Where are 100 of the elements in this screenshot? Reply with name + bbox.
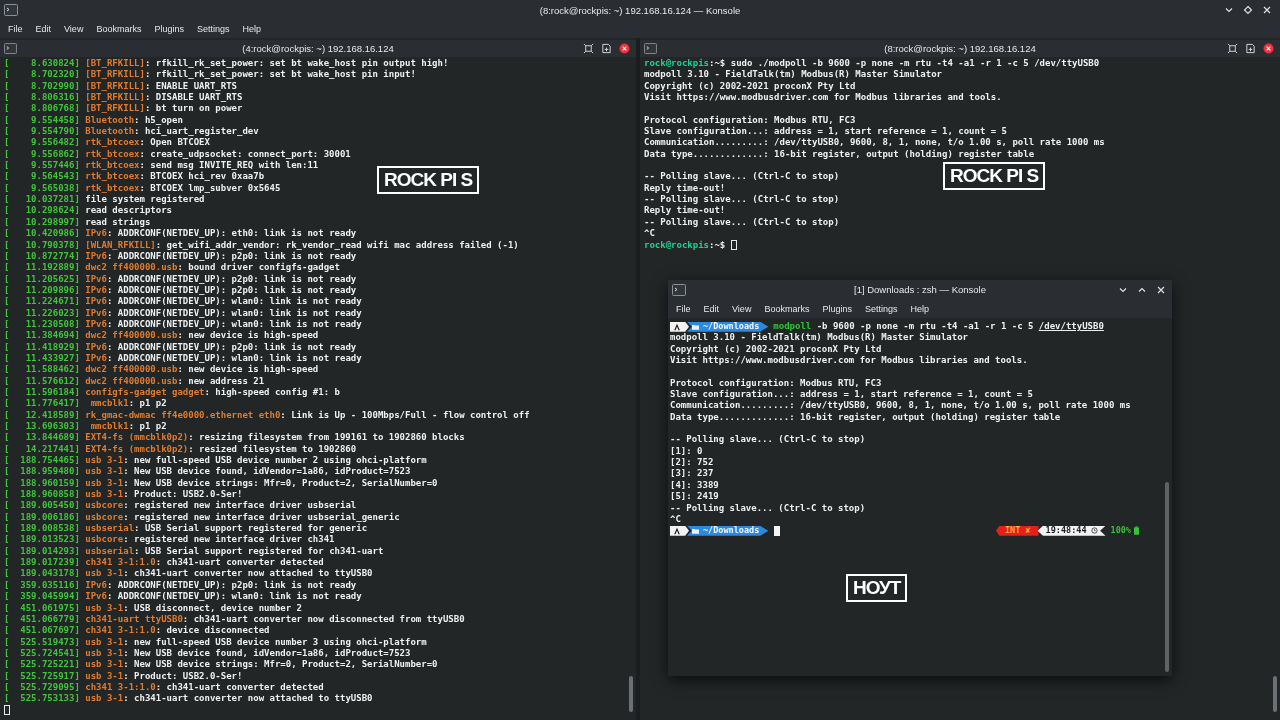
menu-item[interactable]: File [3, 24, 28, 34]
menu-item[interactable]: File [671, 303, 696, 314]
log-line: [ 11.776417] mmcblk1: p1 p2 [4, 398, 167, 410]
scrollbar-thumb[interactable] [1273, 676, 1277, 712]
arch-icon [673, 322, 681, 331]
split-icon[interactable] [1245, 43, 1256, 54]
battery-text: 100% [1110, 525, 1131, 537]
log-line: [ 8.702990] [BT_RFKILL]: ENABLE UART_RTS [4, 80, 237, 93]
output-line: Visit https://www.modbusdriver.com for Modbus libraries and tools. [670, 355, 1028, 367]
output-line: Slave configuration...: address = 1, start reference = 1, count = 5 [670, 389, 1034, 400]
menu-item[interactable]: Bookmarks [91, 24, 147, 34]
log-line: [ 14.217441] EXT4-fs (mmcblk0p2): resized filesystem to 1902860 [4, 443, 357, 455]
output-line: Protocol configuration: Modbus RTU, FC3 [644, 114, 856, 126]
close-icon[interactable] [1262, 5, 1272, 15]
cursor [4, 705, 10, 716]
menu-item[interactable]: Bookmarks [759, 303, 815, 314]
log-line: [ 9.556482] rtk_btcoex: Open BTCOEX [4, 137, 210, 149]
terminal-icon[interactable] [4, 43, 17, 54]
output-line: Data type.............: 16-bit register, output (holding) register table [670, 411, 1061, 424]
log-line: [ 11.224671] IPv6: ADDRCONF(NETDEV_UP): wlan0: link is not ready [4, 296, 362, 308]
menu-item[interactable]: Settings [859, 303, 903, 314]
menu-item[interactable]: Edit [30, 24, 57, 34]
log-line: [ 11.205625] IPv6: ADDRCONF(NETDEV_UP): p2p0: link is not ready [4, 273, 357, 285]
output-line: [3]: 237 [670, 468, 714, 480]
pane-title: (4:rock@rockpis: ~) 192.168.16.124 [242, 43, 394, 54]
log-line: [ 11.596184] configfs-gadget gadget: high-speed config #1: b [4, 386, 340, 399]
menu-item[interactable]: Plugins [149, 24, 189, 34]
output-line: -- Polling slave... (Ctrl-C to stop) [670, 502, 866, 514]
time-text: 19:48:44 [1045, 525, 1087, 537]
output-line: Visit https://www.modbusdriver.com for Modbus libraries and tools. [644, 92, 1002, 104]
log-line: [ 9.564543] rtk_btcoex: BTCOEX hci_rev 0xaa7b [4, 171, 265, 183]
menu-item[interactable]: Edit [698, 303, 725, 314]
log-line: [ 10.420986] IPv6: ADDRCONF(NETDEV_UP): eth0: link is not ready [4, 228, 357, 240]
scrollbar-thumb[interactable] [629, 676, 633, 712]
clock-icon [1090, 527, 1098, 535]
close-icon[interactable] [619, 43, 630, 54]
log-line: [ 11.384694] dwc2 ff400000.usb: new device is high-speed [4, 330, 319, 342]
output-line: ^C [644, 228, 655, 240]
output-line: ^C [670, 513, 681, 526]
output-line: [5]: 2419 [670, 491, 719, 503]
directory-text: ~/Downloads [703, 321, 760, 332]
menu-item[interactable]: View [59, 24, 89, 34]
maximize-icon[interactable] [1227, 43, 1238, 54]
log-line: [ 8.806316] [BT_RFKILL]: DISABLE UART_RTS [4, 92, 243, 104]
terminal-icon[interactable] [644, 43, 657, 54]
output-line: Protocol configuration: Modbus RTU, FC3 [670, 377, 882, 389]
log-line: [ 10.298624] read descriptors [4, 205, 172, 217]
command-line: modpoll -b 9600 -p none -m rtu -t4 -a1 -r 1 -c 5 /dev/ttyUSB0 [773, 321, 1104, 332]
terminal-icon[interactable] [4, 4, 18, 16]
log-line: [ 188.960858] usb 3-1: Product: USB2.0-Ser! [4, 489, 243, 500]
log-line: [ 189.005450] usbcore: registered new interface driver usbserial [4, 500, 357, 512]
keep-above-icon[interactable] [1243, 5, 1253, 15]
terminal-icon[interactable] [672, 283, 686, 296]
output-line: Communication.........: /dev/ttyUSB0, 9600, 8, 1, none, t/o 1.00 s, poll rate 1000 ms [670, 400, 1131, 412]
log-line: [ 11.230508] IPv6: ADDRCONF(NETDEV_UP): wlan0: link is not ready [4, 318, 362, 330]
window-title: (8:rock@rockpis: ~) 192.168.16.124 — Konsole [539, 4, 741, 16]
annotation-label: ROCK PI S [943, 162, 1046, 190]
exit-status-segment: INT ✘ [995, 525, 1039, 536]
log-line: [ 359.035116] IPv6: ADDRCONF(NETDEV_UP): p2p0: link is not ready [4, 579, 357, 591]
log-line: [ 525.519473] usb 3-1: new full-speed USB device number 3 using ohci-platform [4, 636, 427, 648]
split-icon[interactable] [601, 43, 612, 54]
output-line: modpoll 3.10 - FieldTalk(tm) Modbus(R) Master Simulator [644, 69, 942, 81]
log-line: [ 525.753133] usb 3-1: ch341-uart converter now attached to ttyUSB0 [4, 693, 373, 705]
maximize-icon[interactable] [583, 43, 594, 54]
folder-icon [692, 323, 699, 330]
output-line: [1]: 0 [670, 445, 703, 458]
prompt-line: rock@rockpis:~$ [644, 239, 727, 251]
menu-item[interactable]: Settings [191, 24, 235, 34]
log-line: [ 11.433927] IPv6: ADDRCONF(NETDEV_UP): wlan0: link is not ready [4, 352, 362, 364]
log-line: [ 188.960159] usb 3-1: New USB device strings: Mfr=0, Product=2, SerialNumber=0 [4, 477, 438, 490]
output-line: Reply time-out! [644, 182, 726, 194]
close-icon[interactable] [1156, 284, 1166, 295]
folder-icon [692, 527, 699, 534]
prompt-line: rock@rockpis:~$ sudo ./modpoll -b 9600 -p none -m rtu -t4 -a1 -r 1 -c 5 /dev/ttyUSB0 [644, 58, 1100, 69]
annotation-label: НОУТ [846, 574, 908, 602]
log-line: [ 11.418929] IPv6: ADDRCONF(NETDEV_UP): p2p0: link is not ready [4, 341, 357, 353]
log-line: [ 9.565038] rtk_btcoex: BTCOEX lmp_subver 0x5645 [4, 182, 281, 194]
pane-title: (8:rock@rockpis: ~) 192.168.16.124 [884, 43, 1036, 54]
log-line: [ 525.729095] ch341 3-1:1.0: ch341-uart converter detected [4, 681, 324, 694]
log-line: [ 189.008538] usbserial: USB Serial support registered for generic [4, 523, 368, 534]
log-line: [ 188.754465] usb 3-1: new full-speed USB device number 2 using ohci-platform [4, 455, 427, 466]
menu-item[interactable]: Help [237, 24, 266, 34]
output-line: Copyright (c) 2002-2021 proconX Pty Ltd [670, 343, 882, 355]
log-line: [ 8.702320] [BT_RFKILL]: rfkill_rk_set_power: set bt wake_host pin input! [4, 69, 416, 81]
battery-icon [1134, 526, 1139, 536]
log-line: [ 11.588462] dwc2 ff400000.usb: new device is high-speed [4, 364, 319, 376]
close-icon[interactable] [1263, 43, 1274, 54]
minimize-icon[interactable] [1224, 5, 1234, 15]
log-line: [ 8.806768] [BT_RFKILL]: bt turn on power [4, 103, 243, 115]
log-line: [ 189.006186] usbcore: registered new interface driver usbserial_generic [4, 511, 400, 523]
output-line: -- Polling slave... (Ctrl-C to stop) [644, 216, 840, 229]
menu-item[interactable]: Help [905, 303, 934, 314]
log-line: [ 8.630824] [BT_RFKILL]: rfkill_rk_set_power: set bt wake_host pin output high! [4, 58, 449, 70]
log-line: [ 13.844689] EXT4-fs (mmcblk0p2): resizing filesystem from 199161 to 1902860 blocks [4, 432, 465, 444]
scrollbar-thumb[interactable] [1165, 482, 1169, 672]
menu-item[interactable]: Plugins [817, 303, 857, 314]
log-line: [ 10.790378] [WLAN_RFKILL]: get_wifi_addr_vendor: rk_vendor_read wifi mac address failed (-1) [4, 239, 519, 251]
log-line: [ 525.725917] usb 3-1: Product: USB2.0-Ser! [4, 670, 243, 682]
log-line: [ 10.872774] IPv6: ADDRCONF(NETDEV_UP): p2p0: link is not ready [4, 250, 357, 262]
menu-item[interactable]: View [727, 303, 757, 314]
